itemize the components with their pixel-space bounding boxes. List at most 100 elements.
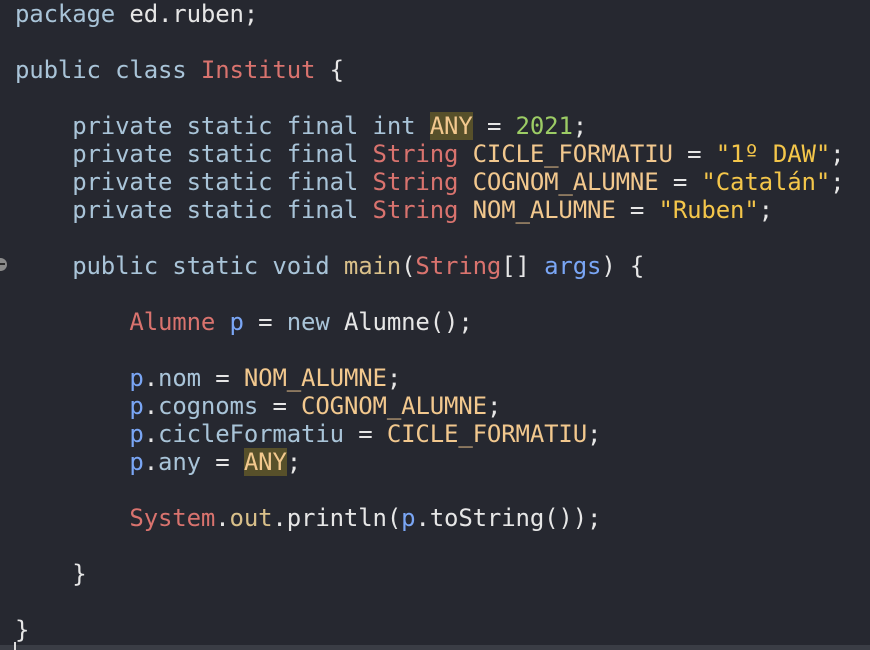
horizontal-scrollbar[interactable]	[0, 645, 870, 650]
code-editor[interactable]: package ed.ruben; public class Institut {…	[0, 0, 870, 645]
code-token: (	[401, 252, 416, 280]
code-token: new	[286, 308, 330, 336]
code-token: ;	[830, 140, 845, 168]
code-token: ;	[572, 112, 588, 140]
code-line[interactable]: private static final int ANY = 2021;	[15, 112, 587, 140]
code-line[interactable]: private static final String COGNOM_ALUMN…	[15, 168, 844, 196]
code-token: .	[143, 448, 159, 476]
code-token: =	[472, 112, 516, 140]
highlighted-token: ANY	[243, 448, 287, 476]
code-line[interactable]: p.cognoms = COGNOM_ALUMNE;	[15, 392, 501, 420]
code-token: ;	[587, 420, 602, 448]
code-line[interactable]: private static final String NOM_ALUMNE =…	[15, 196, 773, 224]
code-token: cognoms	[158, 392, 259, 420]
code-token: String	[372, 196, 459, 224]
code-token: "Catalán"	[701, 168, 831, 196]
code-token: private static final	[72, 112, 359, 140]
code-token: .	[143, 420, 159, 448]
fold-collapse-icon[interactable]	[0, 258, 7, 271]
code-token: COGNOM_ALUMNE	[301, 392, 487, 420]
code-token: .	[143, 392, 159, 420]
code-token: []	[501, 252, 545, 280]
code-token: class	[115, 56, 187, 84]
code-token: =	[258, 392, 302, 420]
code-token: p	[129, 392, 144, 420]
code-token: =	[343, 420, 387, 448]
code-line[interactable]: p.nom = NOM_ALUMNE;	[15, 364, 401, 392]
code-token: "Ruben"	[658, 196, 759, 224]
code-token: CICLE_FORMATIU	[472, 140, 673, 168]
code-token: public	[15, 56, 101, 84]
code-line[interactable]: p.any = ANY;	[15, 448, 301, 476]
code-token: p	[129, 364, 144, 392]
text-caret	[14, 642, 16, 650]
code-token: =	[200, 448, 244, 476]
code-line[interactable]: Alumne p = new Alumne();	[15, 308, 473, 336]
code-token: int	[372, 112, 416, 140]
code-token: package	[15, 0, 116, 28]
code-token: ed.ruben;	[115, 0, 259, 28]
code-token: .	[215, 504, 230, 532]
code-token: p	[129, 448, 144, 476]
code-token: CICLE_FORMATIU	[386, 420, 588, 448]
code-token: .println(	[272, 504, 402, 532]
code-token: COGNOM_ALUMNE	[472, 168, 659, 196]
code-token: ;	[830, 168, 845, 196]
code-token: ;	[286, 448, 302, 476]
code-line[interactable]: private static final String CICLE_FORMAT…	[15, 140, 844, 168]
highlighted-token: ANY	[429, 112, 473, 140]
code-token: args	[544, 252, 602, 280]
code-token: String	[415, 252, 502, 280]
code-token: private static final	[72, 168, 359, 196]
code-token: }	[15, 616, 30, 644]
code-line[interactable]: public static void main(String[] args) {	[15, 252, 644, 280]
code-token: =	[243, 308, 287, 336]
code-token: public static void	[72, 252, 330, 280]
code-line[interactable]: public class Institut {	[15, 56, 344, 84]
code-token: p	[229, 308, 244, 336]
code-token: String	[372, 168, 459, 196]
code-token: ) {	[601, 252, 645, 280]
code-token: =	[658, 168, 702, 196]
code-token: }	[15, 560, 87, 588]
code-line[interactable]: System.out.println(p.toString());	[15, 504, 601, 532]
code-token: Alumne	[129, 308, 216, 336]
code-token: {	[315, 56, 344, 84]
code-line[interactable]: }	[15, 616, 29, 644]
code-token: ;	[486, 392, 502, 420]
code-token: private static final	[72, 196, 359, 224]
code-line[interactable]: p.cicleFormatiu = CICLE_FORMATIU;	[15, 420, 601, 448]
code-token: any	[158, 448, 201, 476]
code-token: NOM_ALUMNE	[243, 364, 387, 392]
code-line[interactable]: package ed.ruben;	[15, 0, 258, 28]
code-token: Alumne();	[329, 308, 473, 336]
code-token: Institut	[200, 56, 316, 84]
code-line[interactable]: }	[15, 560, 87, 588]
code-token: main	[343, 252, 402, 280]
code-token: =	[615, 196, 659, 224]
code-token: =	[200, 364, 244, 392]
code-token: =	[672, 140, 716, 168]
code-token: out	[229, 504, 273, 532]
code-token: 2021	[515, 112, 573, 140]
